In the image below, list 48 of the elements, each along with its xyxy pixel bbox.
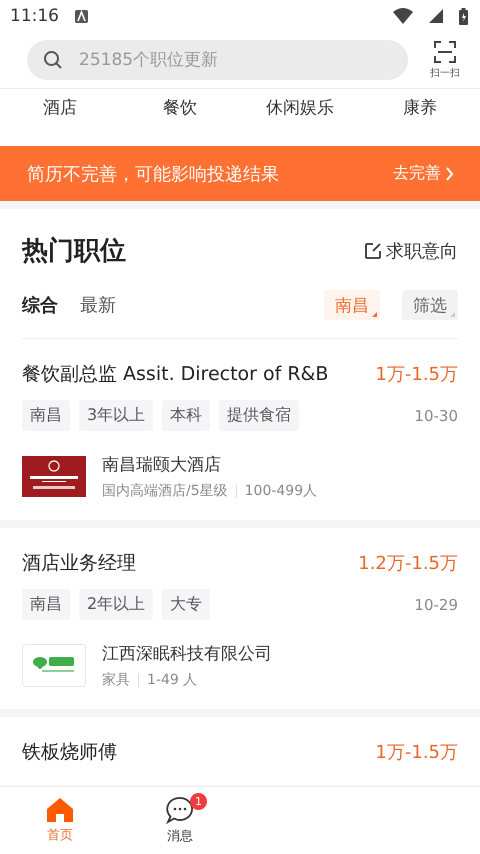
notification-icon: [75, 10, 88, 22]
company-size: 1-49 人: [147, 671, 198, 689]
sort-tab[interactable]: 综合: [22, 293, 58, 317]
company-name: 南昌瑞颐大酒店: [102, 455, 221, 475]
salary: 1.2万-1.5万: [358, 552, 458, 575]
banner-text: 简历不完善，可能影响投递结果: [27, 162, 279, 186]
job-tag: 2年以上: [79, 589, 154, 620]
job-title: 餐饮副总监 Assit. Director of R&B: [22, 362, 328, 387]
company-logo: [22, 644, 86, 687]
scan-icon: [433, 40, 457, 64]
job-tag: 大专: [162, 589, 210, 620]
post-date: 10-30: [414, 406, 458, 424]
scan-button[interactable]: 扫一扫: [430, 40, 460, 80]
filter-button[interactable]: 筛选: [402, 290, 458, 320]
job-tag: 提供食宿: [219, 400, 300, 431]
company-size: 100-499人: [244, 482, 318, 500]
job-tag: 南昌: [22, 589, 70, 620]
job-title: 铁板烧师傅: [22, 740, 117, 765]
section-title: 热门职位: [22, 235, 126, 268]
battery-icon: [459, 8, 468, 24]
chat-icon: [166, 796, 194, 824]
category-tab[interactable]: 餐饮: [120, 95, 240, 120]
hotel-logo: [22, 456, 86, 497]
job-tag: 3年以上: [79, 400, 154, 431]
sort-tab[interactable]: 最新: [80, 293, 116, 317]
intent-link[interactable]: 求职意向: [364, 238, 458, 262]
unread-badge: 1: [190, 793, 207, 810]
job-tag: 本科: [162, 400, 210, 431]
home-icon: [46, 797, 74, 823]
chevron-icon: [445, 166, 454, 180]
category-tab[interactable]: 酒店: [0, 95, 120, 120]
category-tab[interactable]: 休闲娱乐: [240, 95, 360, 120]
post-date: 10-29: [414, 596, 458, 614]
salary: 1万-1.5万: [375, 363, 458, 386]
wifi-icon: [393, 8, 413, 24]
nav-tab[interactable]: 消息 1: [120, 787, 240, 854]
signal-icon: [429, 9, 443, 23]
category-tab[interactable]: 康养: [360, 95, 480, 120]
job-tag: 南昌: [22, 400, 70, 431]
company-name: 江西深眠科技有限公司: [102, 644, 272, 664]
search-icon: [43, 50, 63, 70]
edit-icon: [364, 242, 382, 260]
company-industry: 家具: [102, 671, 130, 689]
job-title: 酒店业务经理: [22, 551, 136, 576]
search-field[interactable]: 25185个职位更新: [27, 40, 408, 80]
status-time: 11:16: [10, 6, 59, 26]
salary: 1万-1.5万: [375, 741, 458, 764]
company-industry: 国内高端酒店/5星级: [102, 482, 228, 500]
